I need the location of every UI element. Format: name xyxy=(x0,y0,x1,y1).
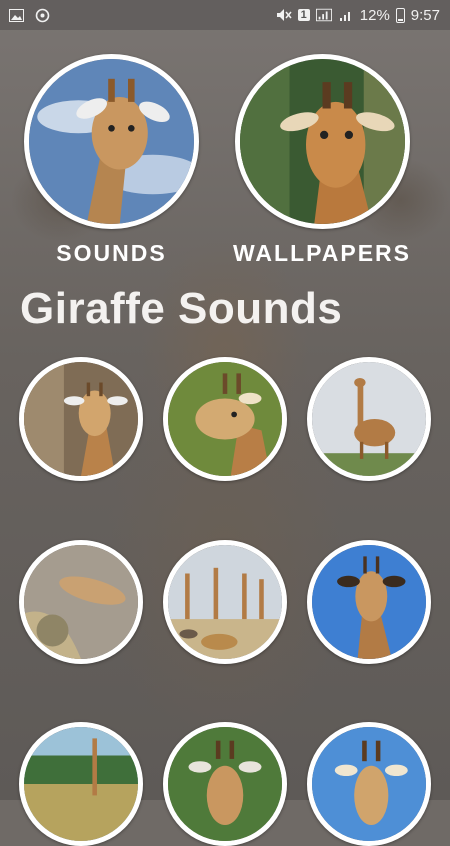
mute-icon xyxy=(276,8,292,22)
sound-item-3[interactable] xyxy=(307,357,431,481)
signal-bars-icon xyxy=(338,8,354,22)
sounds-label[interactable]: SOUNDS xyxy=(24,240,199,267)
sounds-button[interactable] xyxy=(24,54,199,229)
giraffe-photo xyxy=(168,362,282,476)
clock: 9:57 xyxy=(410,6,440,24)
sound-item-5[interactable] xyxy=(163,540,287,664)
sound-item-9[interactable] xyxy=(307,722,431,846)
sound-item-7[interactable] xyxy=(19,722,143,846)
sound-item-1[interactable] xyxy=(19,357,143,481)
giraffe-photo xyxy=(168,727,282,841)
wallpapers-label[interactable]: WALLPAPERS xyxy=(222,240,422,267)
wallpapers-button[interactable] xyxy=(235,54,410,229)
sound-item-8[interactable] xyxy=(163,722,287,846)
battery-percent: 12% xyxy=(359,6,390,24)
giraffe-photo xyxy=(24,545,138,659)
giraffe-forest-photo xyxy=(240,59,405,224)
giraffe-photo xyxy=(312,362,426,476)
signal-icon xyxy=(315,8,332,22)
sound-item-6[interactable] xyxy=(307,540,431,664)
giraffe-photo xyxy=(312,545,426,659)
giraffe-photo xyxy=(312,727,426,841)
sync-icon xyxy=(34,8,50,22)
sound-item-2[interactable] xyxy=(163,357,287,481)
giraffe-photo xyxy=(168,545,282,659)
page-title: Giraffe Sounds xyxy=(20,284,343,333)
giraffe-photo xyxy=(24,362,138,476)
sim-icon: 1 xyxy=(297,9,310,21)
sound-item-4[interactable] xyxy=(19,540,143,664)
giraffe-photo xyxy=(24,727,138,841)
giraffe-sky-photo xyxy=(29,59,194,224)
status-bar: 1 12% 9:57 xyxy=(0,0,450,30)
battery-icon xyxy=(395,7,405,23)
image-icon xyxy=(8,8,24,22)
